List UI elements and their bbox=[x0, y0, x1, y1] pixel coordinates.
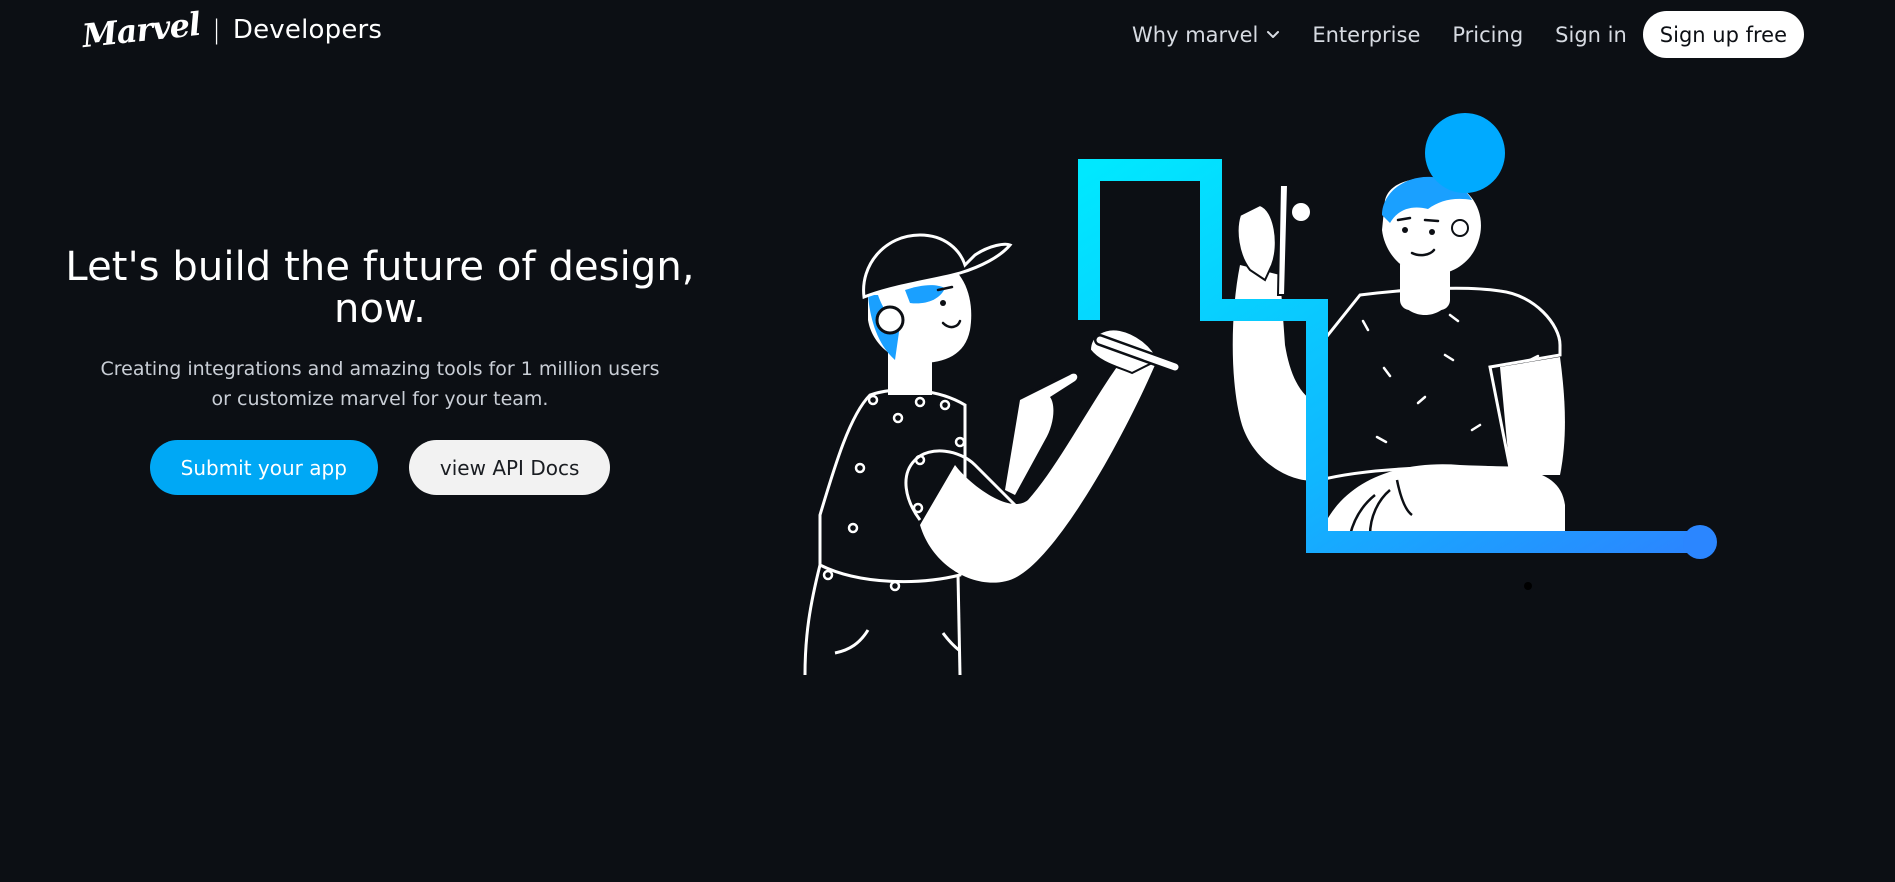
hero-title-line-1: Let's build the future of design, bbox=[65, 244, 695, 290]
sign-up-button[interactable]: Sign up free bbox=[1642, 11, 1804, 58]
nav-pricing[interactable]: Pricing bbox=[1452, 23, 1523, 47]
hero-title-line-2: now. bbox=[334, 286, 426, 332]
chevron-down-icon bbox=[1267, 30, 1280, 38]
submit-app-button[interactable]: Submit your app bbox=[149, 440, 378, 495]
brand-product-name: Developers bbox=[232, 15, 383, 45]
hero-section: Let's build the future of design, now. C… bbox=[60, 246, 700, 495]
hero-actions: Submit your app view API Docs bbox=[60, 440, 700, 495]
hero-subtitle-line-1: Creating integrations and amazing tools … bbox=[100, 358, 660, 380]
two-people-drawing-illustration bbox=[803, 113, 1717, 676]
nav-why-marvel-label: Why marvel bbox=[1132, 22, 1259, 47]
hero-subtitle: Creating integrations and amazing tools … bbox=[60, 354, 700, 414]
main-nav: Why marvel Enterprise Pricing Sign in Si… bbox=[1132, 11, 1804, 58]
man-figure bbox=[803, 233, 1181, 676]
brand-separator: | bbox=[212, 15, 221, 45]
nav-why-marvel[interactable]: Why marvel bbox=[1132, 23, 1280, 47]
line-end-dot bbox=[1683, 525, 1717, 559]
brand-link[interactable]: Marvel | Developers bbox=[80, 5, 383, 55]
top-navigation: Marvel | Developers Why marvel Enterpris… bbox=[0, 0, 1895, 70]
hero-title: Let's build the future of design, now. bbox=[60, 246, 700, 330]
marvel-logo: Marvel bbox=[80, 4, 202, 56]
woman-figure bbox=[1232, 113, 1565, 536]
view-api-docs-button[interactable]: view API Docs bbox=[408, 440, 611, 495]
nav-sign-in[interactable]: Sign in bbox=[1555, 23, 1627, 47]
hero-subtitle-line-2: or customize marvel for your team. bbox=[211, 388, 549, 410]
small-dot bbox=[1524, 582, 1532, 590]
nav-enterprise[interactable]: Enterprise bbox=[1312, 23, 1420, 47]
page: Marvel | Developers Why marvel Enterpris… bbox=[0, 0, 1895, 882]
